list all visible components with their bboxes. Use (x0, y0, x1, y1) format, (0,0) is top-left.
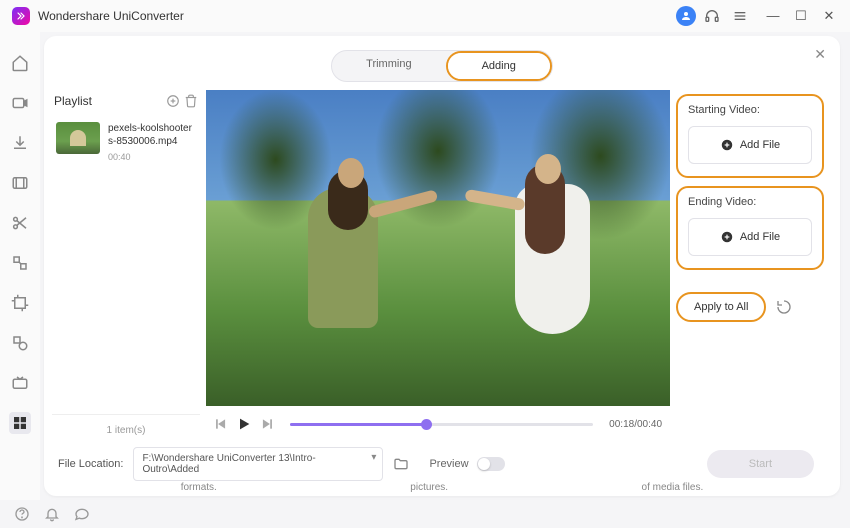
user-icon[interactable] (676, 6, 696, 26)
highlight-ending-video: Ending Video: Add File (676, 186, 824, 270)
add-ending-file-button[interactable]: Add File (688, 218, 812, 256)
location-row: File Location: F:\Wondershare UniConvert… (44, 446, 840, 482)
playlist-title: Playlist (54, 94, 162, 108)
toolbox-icon[interactable] (9, 412, 31, 434)
cut-icon[interactable] (9, 212, 31, 234)
app-logo (12, 7, 30, 25)
preview-label: Preview (429, 458, 468, 470)
menu-icon[interactable] (728, 4, 752, 28)
feedback-icon[interactable] (74, 506, 90, 522)
film-icon[interactable] (9, 172, 31, 194)
titlebar: Wondershare UniConverter — ☐ ✕ (0, 0, 850, 32)
playlist-panel: Playlist pexels-koolshooters-8530006.mp4… (52, 90, 200, 446)
player-controls: 00:18/00:40 (206, 406, 670, 446)
bell-icon[interactable] (44, 506, 60, 522)
next-button[interactable] (260, 417, 274, 431)
delete-playlist-icon[interactable] (184, 94, 198, 108)
file-location-label: File Location: (58, 458, 123, 470)
video-preview (206, 90, 670, 406)
tab-trimming[interactable]: Trimming (332, 51, 445, 81)
reset-icon[interactable] (776, 299, 792, 315)
close-panel-icon[interactable]: ✕ (814, 46, 826, 63)
editor-card: ✕ Trimming Adding Playlist (44, 36, 840, 496)
starting-video-label: Starting Video: (688, 104, 812, 116)
download-icon[interactable] (9, 132, 31, 154)
mode-tabs: Trimming Adding (331, 50, 553, 82)
close-button[interactable]: ✕ (820, 8, 838, 24)
preview-toggle[interactable] (477, 457, 505, 471)
crop-icon[interactable] (9, 292, 31, 314)
tv-icon[interactable] (9, 372, 31, 394)
home-icon[interactable] (9, 52, 31, 74)
video-icon[interactable] (9, 92, 31, 114)
progress-slider[interactable] (290, 423, 593, 426)
headset-icon[interactable] (700, 4, 724, 28)
add-playlist-icon[interactable] (166, 94, 180, 108)
app-title: Wondershare UniConverter (38, 9, 184, 23)
playlist-item[interactable]: pexels-koolshooters-8530006.mp4 00:40 (52, 116, 200, 168)
background-snippets: formats. pictures. of media files. (44, 482, 840, 496)
start-button[interactable]: Start (707, 450, 814, 478)
ending-video-label: Ending Video: (688, 196, 812, 208)
add-starting-file-button[interactable]: Add File (688, 126, 812, 164)
add-file-label-2: Add File (740, 231, 780, 243)
prev-button[interactable] (214, 417, 228, 431)
browse-folder-icon[interactable] (393, 456, 409, 472)
minimize-button[interactable]: — (764, 8, 782, 24)
playlist-count: 1 item(s) (52, 414, 200, 446)
add-file-label: Add File (740, 139, 780, 151)
maximize-button[interactable]: ☐ (792, 8, 810, 24)
playlist-item-duration: 00:40 (108, 152, 196, 162)
file-location-dropdown[interactable]: F:\Wondershare UniConverter 13\Intro-Out… (133, 447, 383, 481)
playlist-item-name: pexels-koolshooters-8530006.mp4 (108, 122, 196, 148)
snippet-a: formats. (181, 482, 217, 493)
merge-icon[interactable] (9, 252, 31, 274)
settings-panel: Starting Video: Add File Ending Video: A… (676, 90, 830, 446)
apply-to-all-button[interactable]: Apply to All (676, 292, 766, 322)
tab-adding[interactable]: Adding (448, 53, 550, 79)
help-icon[interactable] (14, 506, 30, 522)
highlight-tab-adding: Adding (446, 51, 552, 81)
time-display: 00:18/00:40 (609, 419, 662, 430)
highlight-starting-video: Starting Video: Add File (676, 94, 824, 178)
status-bar (0, 500, 850, 528)
snippet-c: of media files. (642, 482, 704, 493)
left-sidebar (0, 32, 40, 500)
shapes-icon[interactable] (9, 332, 31, 354)
playlist-thumb (56, 122, 100, 154)
play-button[interactable] (236, 416, 252, 432)
snippet-b: pictures. (410, 482, 448, 493)
